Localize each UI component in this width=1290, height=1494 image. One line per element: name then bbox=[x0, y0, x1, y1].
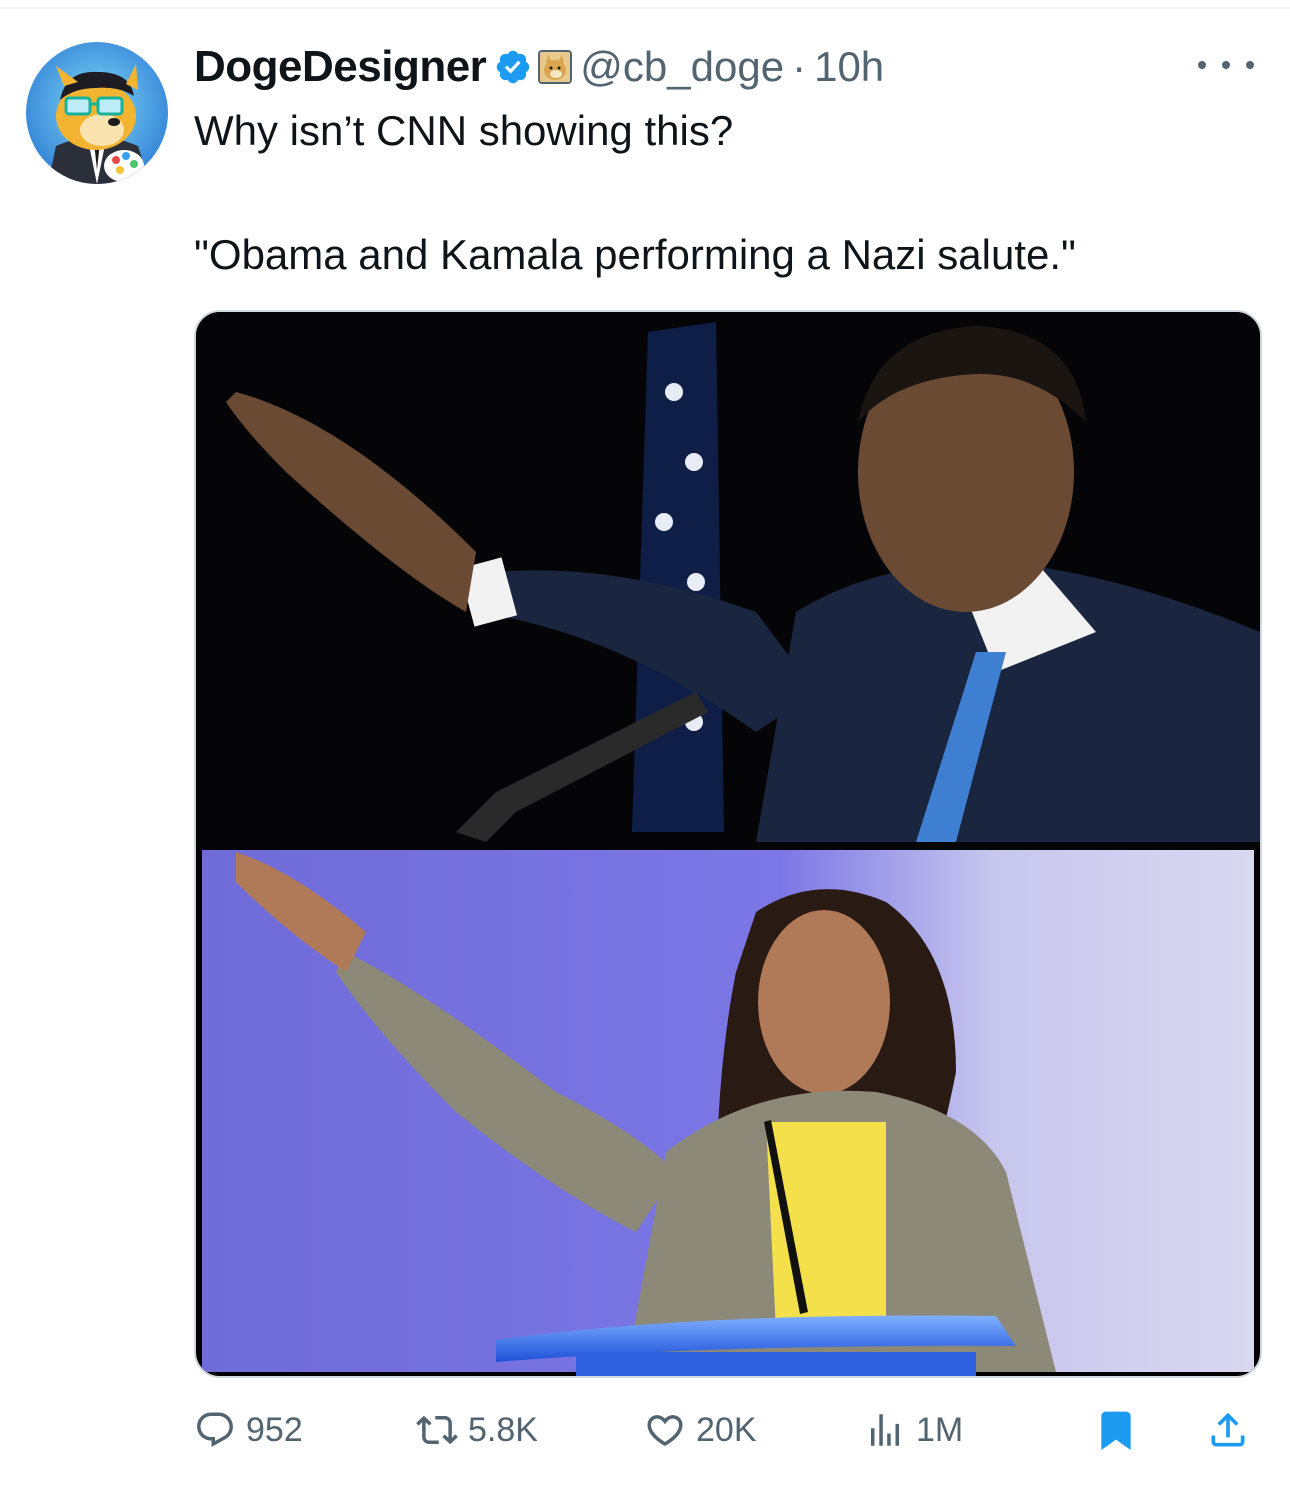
heart-icon bbox=[647, 1415, 683, 1447]
retweet-button[interactable]: 5.8K bbox=[416, 1398, 538, 1462]
ellipsis-icon bbox=[1198, 61, 1206, 69]
views-button[interactable]: 1M bbox=[864, 1398, 963, 1462]
tweet-timestamp[interactable]: 10h bbox=[814, 43, 884, 91]
author-handle[interactable]: @cb_doge bbox=[580, 43, 784, 91]
reply-icon bbox=[197, 1412, 233, 1447]
top-photo-panel bbox=[196, 312, 1260, 842]
bookmark-button[interactable] bbox=[1094, 1398, 1138, 1462]
share-icon bbox=[1211, 1412, 1245, 1447]
like-button[interactable]: 20K bbox=[644, 1398, 757, 1462]
author-avatar[interactable] bbox=[26, 42, 168, 184]
reply-button[interactable]: 952 bbox=[194, 1398, 303, 1462]
verified-badge-icon[interactable] bbox=[494, 48, 532, 86]
author-display-name[interactable]: DogeDesigner bbox=[194, 42, 487, 92]
affiliate-badge[interactable] bbox=[538, 50, 573, 84]
doge-badge-icon bbox=[540, 52, 571, 82]
retweet-count: 5.8K bbox=[468, 1410, 538, 1449]
like-count: 20K bbox=[696, 1410, 757, 1449]
top-divider bbox=[0, 7, 1290, 9]
share-button[interactable] bbox=[1206, 1398, 1250, 1462]
tweet-text: Why isn’t CNN showing this? "Obama and K… bbox=[194, 104, 1254, 282]
tweet-header: DogeDesigner @cb_doge · 10h bbox=[194, 38, 884, 96]
more-options-button[interactable] bbox=[1198, 55, 1254, 75]
bottom-photo-panel bbox=[202, 850, 1254, 1376]
reply-count: 952 bbox=[246, 1410, 303, 1449]
tweet-text-line: Why isn’t CNN showing this? bbox=[194, 107, 734, 154]
tweet-actions: 952 5.8K 20K 1M bbox=[194, 1398, 1258, 1462]
tweet-media[interactable] bbox=[194, 310, 1262, 1378]
ellipsis-icon bbox=[1222, 61, 1230, 69]
doge-avatar-icon bbox=[26, 42, 168, 184]
media-photo-collage bbox=[196, 312, 1260, 1376]
retweet-icon bbox=[416, 1415, 458, 1445]
views-count: 1M bbox=[916, 1410, 964, 1449]
ellipsis-icon bbox=[1246, 61, 1254, 69]
meta-separator: · bbox=[792, 43, 807, 90]
tweet-text-line: "Obama and Kamala performing a Nazi salu… bbox=[194, 231, 1076, 278]
views-icon bbox=[871, 1414, 899, 1446]
bookmark-icon bbox=[1101, 1411, 1131, 1451]
